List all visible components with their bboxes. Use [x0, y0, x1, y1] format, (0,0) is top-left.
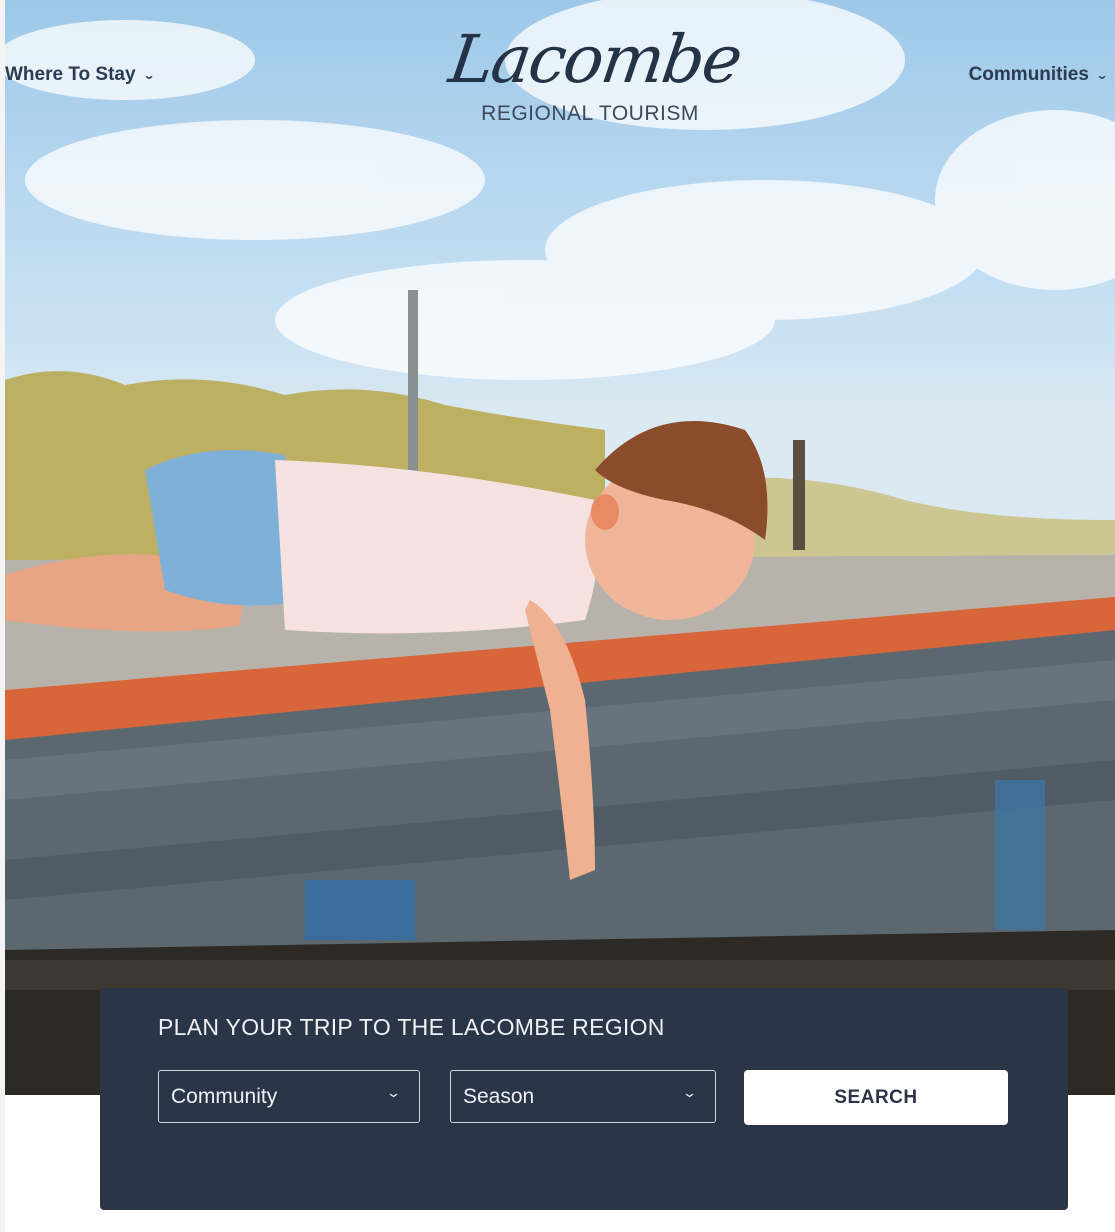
community-select-value: Community [171, 1084, 278, 1108]
hero-image: Where To Stay ⌄ Lacombe REGIONAL TOURISM… [5, 0, 1115, 1095]
nav-where-to-stay-label: Where To Stay [5, 64, 136, 85]
trip-planner: PLAN YOUR TRIP TO THE LACOMBE REGION Com… [100, 988, 1068, 1210]
chevron-down-icon: ⌄ [681, 1085, 698, 1100]
chevron-down-icon: ⌄ [142, 68, 156, 82]
barrel [305, 880, 415, 940]
community-select[interactable]: Community ⌄ [158, 1070, 420, 1123]
season-select-value: Season [463, 1084, 535, 1108]
search-button[interactable]: SEARCH [744, 1070, 1008, 1125]
nav-communities-label: Communities [968, 64, 1089, 85]
nav-where-to-stay[interactable]: Where To Stay ⌄ [5, 64, 156, 86]
dock-post [793, 440, 805, 550]
planner-title: PLAN YOUR TRIP TO THE LACOMBE REGION [158, 1014, 665, 1040]
hero-photo-illustration [5, 0, 1115, 1095]
logo-subtitle: REGIONAL TOURISM [481, 102, 699, 125]
season-select[interactable]: Season ⌄ [450, 1070, 716, 1123]
logo-wordmark: Lacombe [444, 21, 746, 98]
chevron-down-icon: ⌄ [385, 1085, 402, 1100]
chevron-down-icon: ⌄ [1095, 68, 1109, 82]
nav-communities[interactable]: Communities ⌄ [968, 64, 1109, 86]
site-logo[interactable]: Lacombe REGIONAL TOURISM [445, 20, 746, 126]
utility-pole [408, 290, 418, 480]
